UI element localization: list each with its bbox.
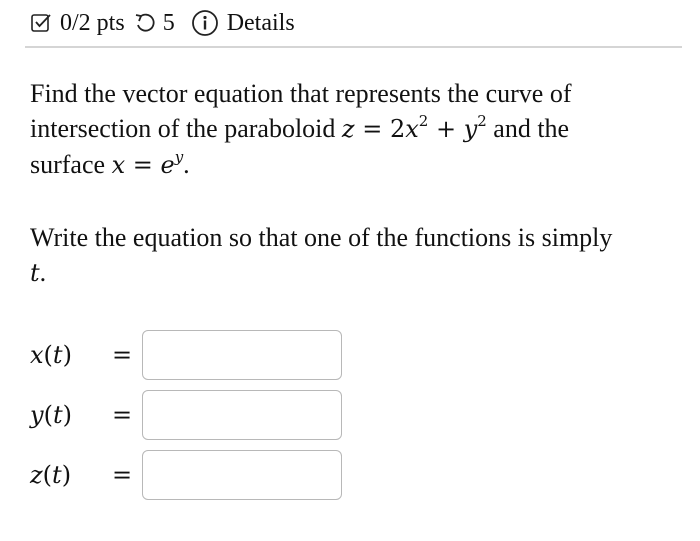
details-link[interactable]: Details [227, 10, 295, 37]
instruction-text: Write the equation so that one of the fu… [30, 223, 613, 287]
attempts-count: 5 [162, 9, 175, 36]
z-of-t-input[interactable] [142, 450, 343, 500]
retry-icon[interactable] [133, 11, 157, 35]
answer-label-y: y(t) [30, 400, 72, 429]
question-line-3: surface x = ey. [30, 148, 190, 180]
score-text: 0/2 pts [60, 9, 125, 36]
y-of-t-input[interactable] [142, 390, 343, 440]
answer-row-z: z(t) = [30, 450, 343, 500]
info-icon[interactable] [191, 9, 219, 37]
answer-row-x: x(t) = [30, 330, 343, 380]
equals-sign: = [112, 401, 133, 429]
header-divider [25, 46, 682, 48]
paraboloid-equation: z = 2x2 + y2 [341, 112, 487, 144]
question-line-2: intersection of the paraboloid z = 2x2 +… [30, 112, 570, 144]
checkbox-icon [30, 12, 52, 34]
question-header: 0/2 pts 5 Details [30, 6, 295, 40]
answer-label-z: z(t) [30, 460, 72, 489]
equals-sign: = [112, 341, 133, 369]
instruction-variable: t [30, 259, 40, 287]
question-line-1: Find the vector equation that represents… [30, 79, 572, 108]
answer-row-y: y(t) = [30, 390, 343, 440]
question-text: Find the vector equation that represents… [30, 76, 680, 183]
surface-equation: x = ey [111, 148, 184, 180]
answer-label-x: x(t) [30, 340, 72, 369]
x-of-t-input[interactable] [142, 330, 343, 380]
equals-sign: = [112, 461, 133, 489]
